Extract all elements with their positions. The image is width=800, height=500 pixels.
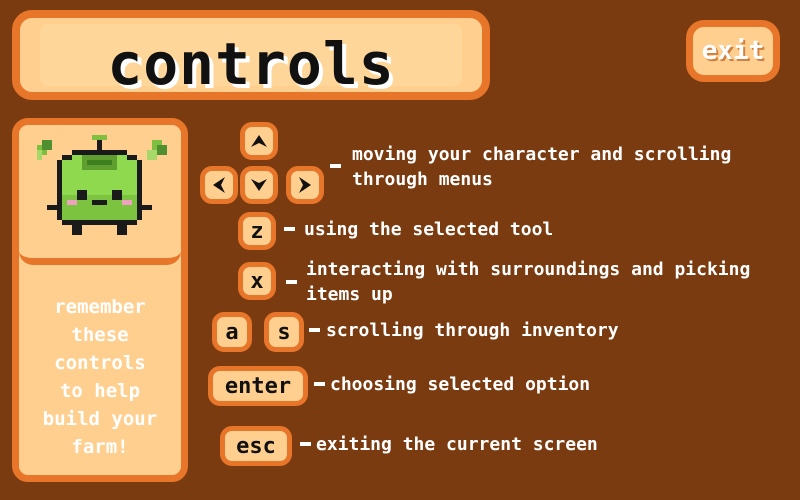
- left-arrow-key[interactable]: [200, 166, 238, 204]
- title-banner: controls: [12, 10, 490, 100]
- x-key[interactable]: x: [238, 262, 276, 300]
- esc-dash: [300, 442, 311, 446]
- esc-description: exiting the current screen: [316, 434, 598, 455]
- z-description: using the selected tool: [304, 219, 554, 240]
- z-dash: [284, 227, 295, 231]
- arrow-left-icon: [213, 177, 225, 193]
- a-key[interactable]: a: [212, 312, 252, 352]
- enter-dash: [314, 382, 325, 386]
- green-apple-character-icon: [37, 135, 167, 235]
- esc-key[interactable]: esc: [220, 426, 292, 466]
- x-description-line2: items up: [306, 284, 393, 305]
- right-arrow-key[interactable]: [286, 166, 324, 204]
- arrow-down-icon: [251, 179, 267, 191]
- down-arrow-key[interactable]: [240, 166, 278, 204]
- s-key[interactable]: s: [264, 312, 304, 352]
- up-arrow-key[interactable]: [240, 122, 278, 160]
- enter-key[interactable]: enter: [208, 366, 308, 406]
- enter-description: choosing selected option: [330, 374, 591, 395]
- arrow-right-icon: [299, 177, 311, 193]
- side-panel: remember these controls to help build yo…: [12, 118, 188, 482]
- exit-button[interactable]: exit: [686, 20, 780, 82]
- character-portrait: [19, 125, 181, 265]
- arrows-description-line1: moving your character and scrolling: [352, 144, 732, 165]
- reminder-text: remember these controls to help build yo…: [42, 296, 158, 458]
- x-description-line1: interacting with surroundings and pickin…: [306, 259, 751, 280]
- arrow-up-icon: [251, 135, 267, 147]
- x-dash: [286, 280, 297, 284]
- page-title: controls: [107, 30, 395, 98]
- arrows-dash: [330, 164, 341, 168]
- as-dash: [309, 328, 320, 332]
- arrows-description-line2: through menus: [352, 169, 493, 190]
- as-description: scrolling through inventory: [326, 320, 619, 341]
- title-inner-panel: controls: [40, 24, 462, 98]
- z-key[interactable]: z: [238, 212, 276, 250]
